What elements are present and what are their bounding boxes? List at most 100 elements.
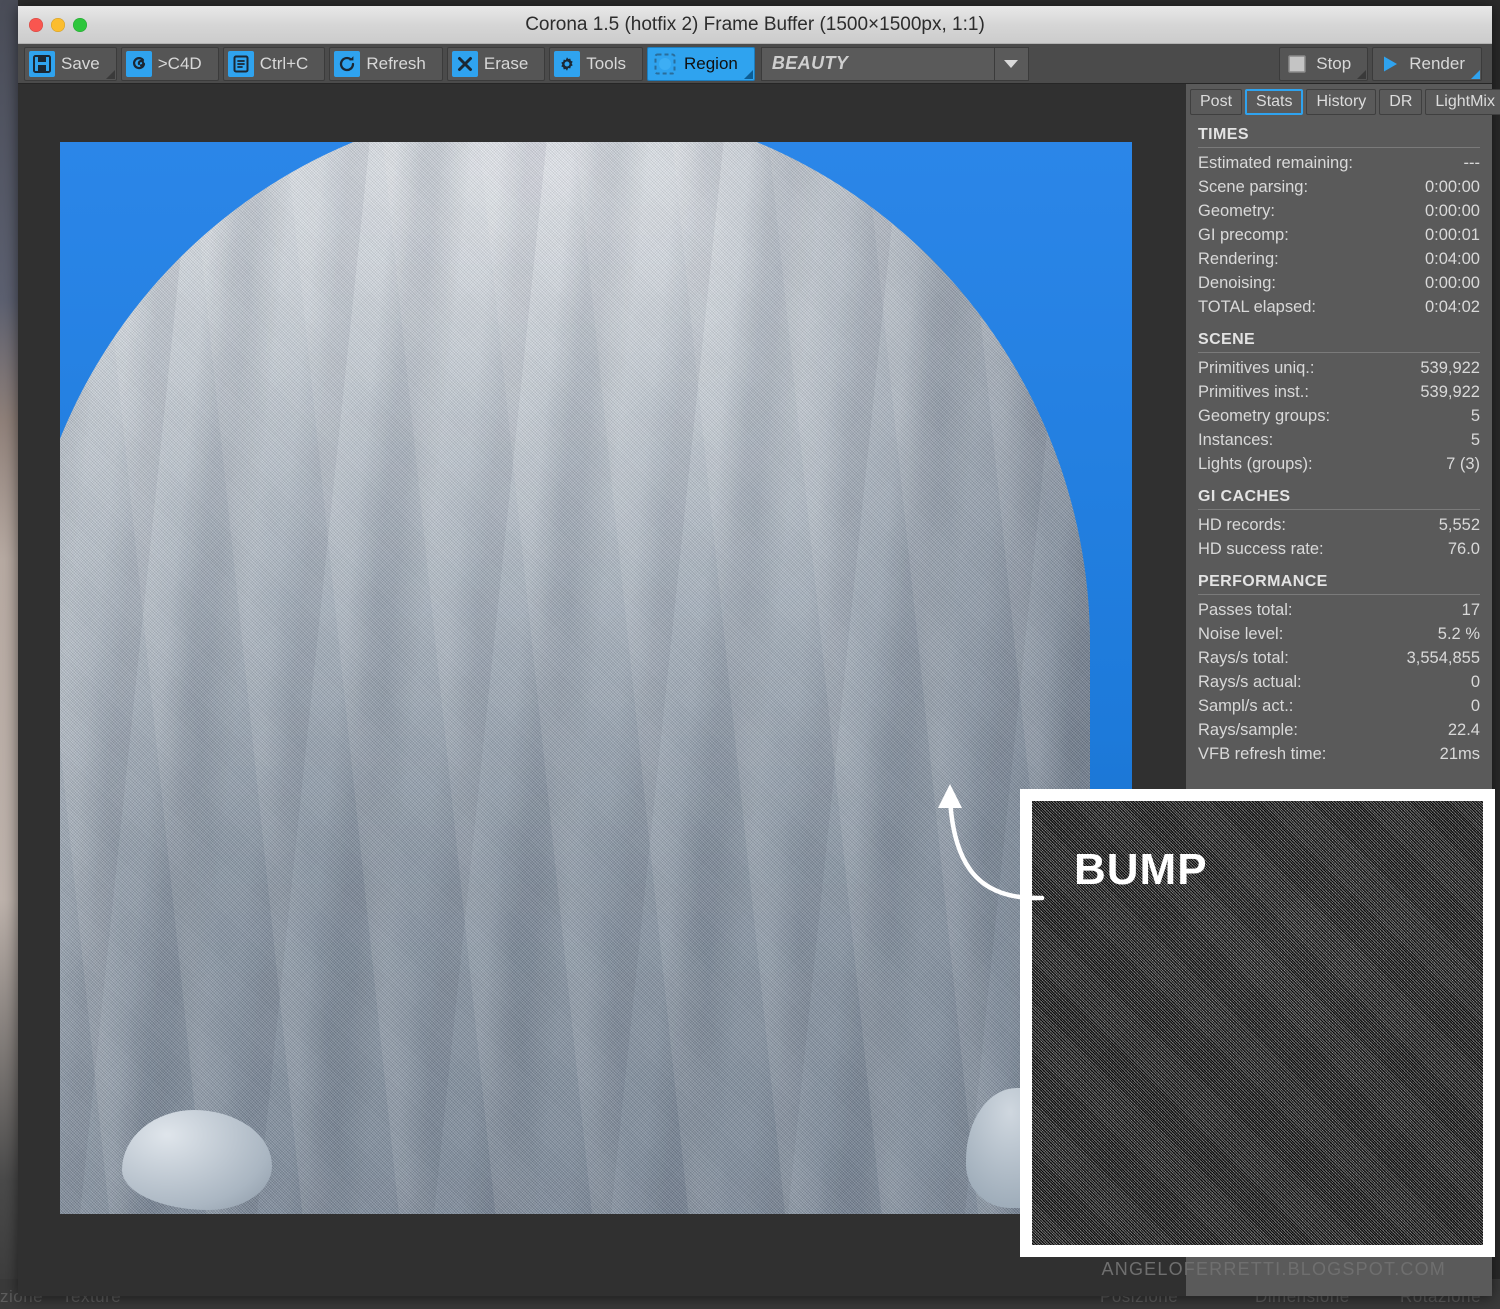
copy-button[interactable]: Ctrl+C bbox=[222, 46, 326, 81]
erase-button[interactable]: Erase bbox=[446, 46, 546, 81]
render-pass-select[interactable]: BEAUTY bbox=[760, 46, 1029, 81]
main-toolbar: Save >C4D Ctrl+C Refresh Erase Tools Reg… bbox=[18, 44, 1492, 84]
stats-section-title: TIMES bbox=[1198, 126, 1249, 143]
stats-row-key: Primitives uniq.: bbox=[1198, 359, 1315, 377]
stats-row-value: 539,922 bbox=[1420, 359, 1480, 377]
bump-callout-label: BUMP bbox=[1074, 845, 1208, 894]
render-button-label: Render bbox=[1409, 53, 1465, 73]
stats-row: Estimated remaining: --- bbox=[1198, 151, 1480, 175]
stats-row-key: Rays/sample: bbox=[1198, 721, 1298, 739]
stats-row: Geometry groups: 5 bbox=[1198, 404, 1480, 428]
stats-section-title: SCENE bbox=[1198, 331, 1256, 348]
stats-row: HD records: 5,552 bbox=[1198, 513, 1480, 537]
tools-button-label: Tools bbox=[586, 53, 626, 73]
stats-section-divider bbox=[1198, 509, 1480, 510]
play-triangle-icon bbox=[1377, 51, 1403, 77]
stats-row-value: 0:00:00 bbox=[1424, 274, 1480, 292]
gear-icon bbox=[554, 50, 581, 77]
save-options-corner-icon[interactable] bbox=[105, 69, 115, 79]
frame-buffer-window: Corona 1.5 (hotfix 2) Frame Buffer (1500… bbox=[18, 6, 1500, 1296]
stats-row-key: Sampl/s act.: bbox=[1198, 697, 1294, 715]
send-to-c4d-button[interactable]: >C4D bbox=[120, 46, 219, 81]
stats-row: Geometry: 0:00:00 bbox=[1198, 199, 1480, 223]
stats-row-key: HD success rate: bbox=[1198, 540, 1324, 558]
stats-row: Sampl/s act.: 0 bbox=[1198, 694, 1480, 718]
x-cross-icon bbox=[451, 50, 478, 77]
stats-row: Primitives inst.: 539,922 bbox=[1198, 380, 1480, 404]
render-viewport[interactable] bbox=[18, 84, 1186, 1296]
clipboard-icon bbox=[227, 50, 254, 77]
stats-row-value: 22.4 bbox=[1447, 721, 1480, 739]
tab-post[interactable]: Post bbox=[1190, 89, 1243, 115]
stats-row-value: 3,554,855 bbox=[1406, 649, 1480, 667]
stats-row-value: 0 bbox=[1470, 697, 1480, 715]
stats-row-key: TOTAL elapsed: bbox=[1198, 298, 1317, 316]
render-options-corner-icon[interactable] bbox=[1471, 69, 1480, 79]
stats-row-key: Denoising: bbox=[1198, 274, 1276, 292]
stop-options-corner-icon[interactable] bbox=[1357, 69, 1367, 79]
region-button[interactable]: Region bbox=[646, 46, 755, 81]
region-marquee-icon bbox=[652, 51, 678, 77]
stats-row: Rays/s total: 3,554,855 bbox=[1198, 646, 1480, 670]
refresh-button[interactable]: Refresh bbox=[329, 46, 443, 81]
stats-row-key: Lights (groups): bbox=[1198, 455, 1313, 473]
tab-lightmix[interactable]: LightMix bbox=[1425, 89, 1500, 115]
send-to-c4d-label: >C4D bbox=[157, 53, 202, 73]
floppy-disk-icon bbox=[29, 50, 55, 77]
stats-row: Lights (groups): 7 (3) bbox=[1198, 452, 1480, 476]
stats-row-value: 0:00:00 bbox=[1424, 202, 1480, 220]
c4d-spiral-icon bbox=[125, 50, 152, 77]
tab-history[interactable]: History bbox=[1306, 89, 1377, 115]
window-title: Corona 1.5 (hotfix 2) Frame Buffer (1500… bbox=[525, 13, 985, 35]
stats-row: HD success rate: 76.0 bbox=[1198, 537, 1480, 561]
stats-row-key: Rays/s total: bbox=[1198, 649, 1289, 667]
stats-row: Noise level: 5.2 % bbox=[1198, 622, 1480, 646]
render-pass-value: BEAUTY bbox=[771, 53, 849, 73]
stats-row-value: 5.2 % bbox=[1437, 625, 1480, 643]
tab-stats[interactable]: Stats bbox=[1245, 89, 1304, 115]
render-button[interactable]: Render bbox=[1372, 46, 1482, 81]
stats-row-key: Estimated remaining: bbox=[1198, 154, 1353, 172]
stats-row: VFB refresh time: 21ms bbox=[1198, 742, 1480, 766]
chevron-down-icon[interactable] bbox=[993, 47, 1028, 80]
rendered-image[interactable] bbox=[60, 142, 1132, 1214]
stats-row-value: 0:04:00 bbox=[1424, 250, 1480, 268]
stats-row-key: Scene parsing: bbox=[1198, 178, 1309, 196]
draped-cloth bbox=[60, 142, 1090, 1214]
stats-row: Denoising: 0:00:00 bbox=[1198, 271, 1480, 295]
stats-row-value: --- bbox=[1463, 154, 1480, 172]
stats-row-value: 0:04:02 bbox=[1424, 298, 1480, 316]
stop-button[interactable]: Stop bbox=[1279, 46, 1369, 81]
stop-square-icon bbox=[1284, 51, 1310, 77]
tab-dr[interactable]: DR bbox=[1379, 89, 1423, 115]
stats-row-key: Rendering: bbox=[1198, 250, 1279, 268]
stats-row-key: Passes total: bbox=[1198, 601, 1293, 619]
watermark-text: ANGELOFERRETTI.BLOGSPOT.COM bbox=[1101, 1259, 1446, 1279]
bump-texture-swatch: BUMP bbox=[1032, 801, 1483, 1245]
stats-row-key: VFB refresh time: bbox=[1198, 745, 1327, 763]
stats-section-divider bbox=[1198, 147, 1480, 148]
stats-row: Scene parsing: 0:00:00 bbox=[1198, 175, 1480, 199]
stats-row: Passes total: 17 bbox=[1198, 598, 1480, 622]
copy-button-label: Ctrl+C bbox=[259, 53, 309, 73]
stats-row-value: 0:00:00 bbox=[1424, 178, 1480, 196]
stats-row-value: 76.0 bbox=[1447, 540, 1480, 558]
stats-row: Primitives uniq.: 539,922 bbox=[1198, 356, 1480, 380]
stats-row-key: Geometry: bbox=[1198, 202, 1276, 220]
stats-row: Instances: 5 bbox=[1198, 428, 1480, 452]
stats-section-title: GI CACHES bbox=[1198, 488, 1291, 505]
region-button-label: Region bbox=[683, 53, 738, 73]
region-options-corner-icon[interactable] bbox=[743, 69, 753, 79]
stats-row-value: 5,552 bbox=[1438, 516, 1480, 534]
refresh-button-label: Refresh bbox=[366, 53, 426, 73]
save-button[interactable]: Save bbox=[24, 46, 117, 81]
stats-row-key: GI precomp: bbox=[1198, 226, 1289, 244]
stats-row-value: 0:00:01 bbox=[1424, 226, 1480, 244]
stats-row-key: HD records: bbox=[1198, 516, 1287, 534]
tools-button[interactable]: Tools bbox=[549, 46, 643, 81]
stats-row-key: Rays/s actual: bbox=[1198, 673, 1302, 691]
stats-row-key: Geometry groups: bbox=[1198, 407, 1331, 425]
erase-button-label: Erase bbox=[483, 53, 529, 73]
stats-row-value: 5 bbox=[1470, 407, 1480, 425]
stats-section-divider bbox=[1198, 594, 1480, 595]
